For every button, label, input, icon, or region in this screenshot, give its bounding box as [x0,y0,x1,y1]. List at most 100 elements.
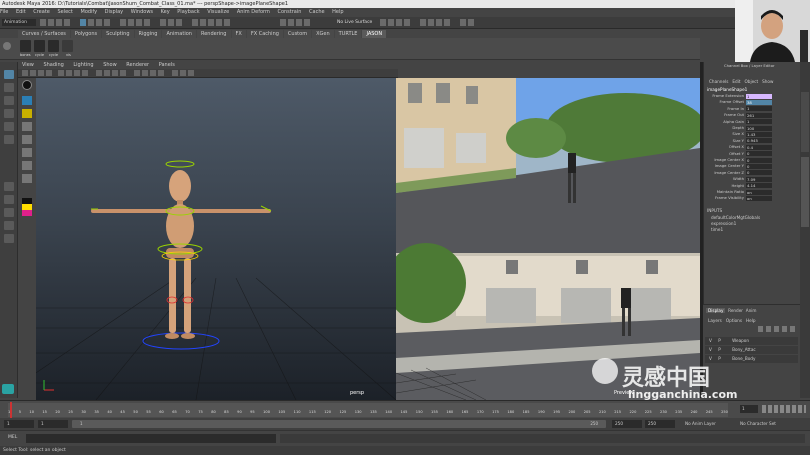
attr-value[interactable]: on [746,196,772,202]
layer-tab-anim[interactable]: Anim [746,308,757,313]
menu-help[interactable]: Help [332,9,343,15]
menu-modify[interactable]: Modify [81,9,98,15]
attr-value[interactable]: 1 [746,93,772,99]
layer-name[interactable]: Weapon [732,338,749,343]
shelf-tab-turtle[interactable]: TURTLE [334,30,362,38]
wooden-mannequin[interactable] [91,160,272,350]
layer-visibility[interactable]: V [709,347,712,352]
layer-toolbar-icons[interactable] [758,326,798,332]
delete-icon[interactable] [22,174,32,183]
layer-tab-render[interactable]: Render [728,308,743,313]
end-time-field[interactable]: 250 [645,420,675,428]
paint-select-icon[interactable] [4,96,14,105]
layer-visibility[interactable]: V [709,338,712,343]
live-surface-label[interactable]: No Live Surface [337,19,372,26]
playback-end-field[interactable]: 250 [612,420,642,428]
menu-display[interactable]: Display [105,9,123,15]
rotate-tool-icon[interactable] [4,122,14,131]
menu-file[interactable]: File [0,9,8,15]
menu-windows[interactable]: Windows [131,9,153,15]
shelf-tab-curves[interactable]: Curves / Surfaces [18,30,70,38]
attr-row[interactable]: Frame Visibility on [704,195,801,202]
select-tool-icon[interactable] [4,70,14,79]
menu-edit[interactable]: Edit [16,9,26,15]
shelf-tab-fx[interactable]: FX [231,30,246,38]
panel-menu-show[interactable]: Show [103,62,117,68]
menu-playback[interactable]: Playback [177,9,199,15]
layer-playback[interactable]: P [718,338,721,343]
shelf-bones-icon[interactable] [20,40,31,52]
color-swatch-icon[interactable] [22,198,32,216]
shelf-cycle2-icon[interactable] [48,40,59,52]
playback-start-field[interactable]: 1 [38,420,68,428]
channel-menu-object[interactable]: Object [744,79,758,84]
render-icons[interactable] [380,19,700,27]
menu-visualize[interactable]: Visualize [207,9,229,15]
lasso-icon[interactable] [22,109,32,118]
shelf-tab-polygons[interactable]: Polygons [70,30,102,38]
anim-layer-dropdown[interactable]: No Anim Layer [685,420,735,428]
layout-persp-icon[interactable] [4,221,14,230]
layer-menu-options[interactable]: Options [726,318,742,323]
lasso-tool-icon[interactable] [4,83,14,92]
panel-menu-renderer[interactable]: Renderer [126,62,149,68]
channel-menu-show[interactable]: Show [762,79,773,84]
snap-icon[interactable] [22,135,32,144]
panel-menu-lighting[interactable]: Lighting [73,62,93,68]
layout-two-icon[interactable] [4,208,14,217]
menu-anim-deform[interactable]: Anim Deform [237,9,270,15]
attr-value[interactable]: 38 [746,100,772,106]
input-node[interactable]: time1 [711,227,723,232]
menu-cache[interactable]: Cache [309,9,325,15]
menu-select[interactable]: Select [57,9,72,15]
scale-tool-icon[interactable] [4,135,14,144]
panel-toolbar-icons[interactable] [18,69,398,78]
input-node[interactable]: defaultColorMgtGlobals [711,215,760,220]
attr-value[interactable]: 4.14 [746,183,772,189]
layer-row[interactable]: V P Bony_Attac [705,346,798,354]
attr-value[interactable]: 0.945 [746,138,772,144]
menu-create[interactable]: Create [33,9,50,15]
layout-four-icon[interactable] [4,195,14,204]
light-bulb-icon[interactable] [22,80,32,90]
character-set-dropdown[interactable]: No Character Set [740,420,790,428]
eye-icon[interactable] [22,96,32,105]
attr-value[interactable]: 1 [746,119,772,125]
move-tool-icon[interactable] [4,109,14,118]
attr-value[interactable]: 0 [746,151,772,157]
layer-menu-help[interactable]: Help [746,318,756,323]
side-tabs[interactable] [800,62,810,398]
layer-row[interactable]: V P Weapon [705,337,798,345]
mel-input[interactable] [26,434,276,443]
perspective-viewport[interactable] [36,78,396,400]
attr-value[interactable]: 261 [746,112,772,118]
menu-key[interactable]: Key [161,9,170,15]
layer-name[interactable]: Bony_Attac [732,347,756,352]
attr-value[interactable]: 0 [746,170,772,176]
range-bar[interactable]: 1 250 [72,420,606,428]
status-line-icons[interactable] [40,19,340,27]
attr-value[interactable]: 0 [746,164,772,170]
channel-menu-edit[interactable]: Edit [732,79,740,84]
shelf-tab-custom[interactable]: Custom [283,30,312,38]
pin-icon[interactable] [22,148,32,157]
workspace-dropdown[interactable]: Animation [2,19,36,26]
image-plane-panel[interactable]: Preview [386,78,706,401]
attr-value[interactable]: 7.09 [746,176,772,182]
panel-toolbar[interactable] [18,69,398,78]
layer-menu-layers[interactable]: Layers [708,318,722,323]
shelf-tab-rigging[interactable]: Rigging [134,30,162,38]
layer-tab-display[interactable]: Display [706,308,726,313]
attr-value[interactable]: on [746,189,772,195]
shelf-cycle-icon[interactable] [34,40,45,52]
attr-value[interactable]: 0 [746,157,772,163]
side-tab-channel-box[interactable] [801,157,809,227]
viewport-scene[interactable] [36,78,396,400]
start-time-field[interactable]: 1 [4,420,34,428]
side-tab-attribute-editor[interactable] [801,92,809,152]
panel-menu-view[interactable]: View [22,62,34,68]
node-name[interactable]: imagePlaneShape1 [707,87,747,92]
panel-menu-panels[interactable]: Panels [159,62,175,68]
channel-menu-channels[interactable]: Channels [709,79,728,84]
reset-icon[interactable] [22,161,32,170]
